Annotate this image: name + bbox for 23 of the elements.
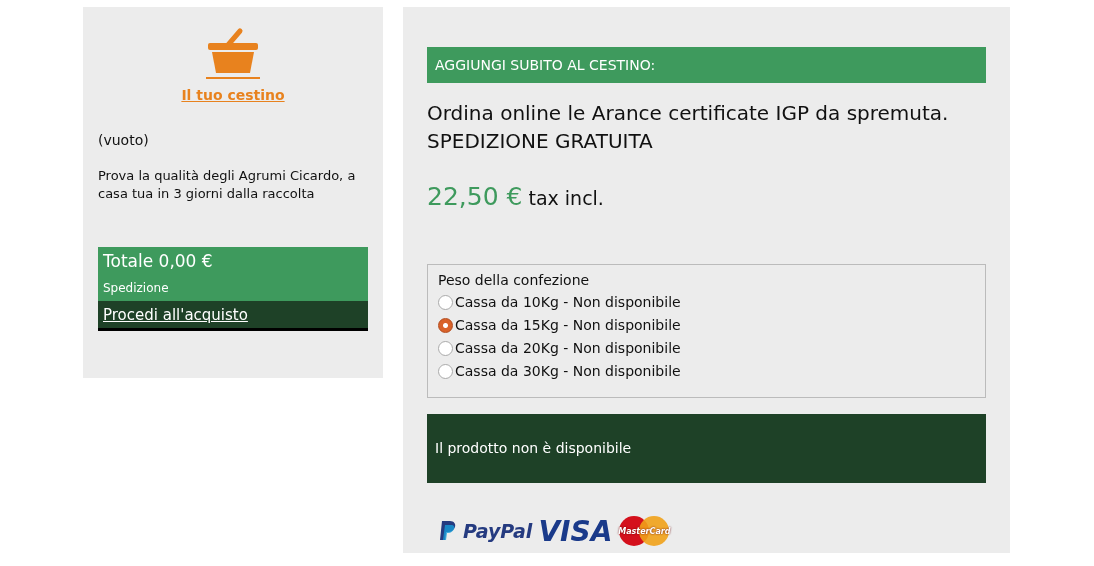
basket-icon — [206, 27, 260, 79]
checkout-link[interactable]: Procedi all'acquisto — [98, 300, 368, 331]
promo-text: Prova la qualità degli Agrumi Cicardo, a casa tua in 3 giorni dalla raccolta — [98, 166, 357, 203]
paypal-icon — [439, 520, 457, 543]
weight-option[interactable]: Cassa da 10Kg - Non disponibile — [438, 290, 975, 314]
options-legend: Peso della confezione — [438, 271, 975, 291]
shipping-text: Spedizione — [103, 280, 170, 295]
weight-option[interactable]: Cassa da 20Kg - Non disponibile — [438, 336, 975, 360]
price: 22,50 € — [427, 181, 523, 213]
add-banner: AGGIUNGI SUBITO AL CESTINO: — [427, 47, 986, 83]
availability-message: Il prodotto non è disponibile — [427, 413, 986, 483]
radio-icon[interactable] — [438, 363, 453, 379]
paypal-logo: PayPal — [463, 520, 533, 543]
radio-icon[interactable] — [438, 317, 453, 333]
weight-option[interactable]: Cassa da 30Kg - Non disponibile — [438, 359, 975, 383]
radio-icon[interactable] — [438, 294, 453, 310]
cart-status: (vuoto) — [98, 131, 150, 150]
radio-icon[interactable] — [438, 340, 453, 356]
visa-logo: VISA — [538, 514, 613, 548]
weight-option[interactable]: Cassa da 15Kg - Non disponibile — [438, 313, 975, 337]
total-text: Totale 0,00 € — [103, 250, 214, 271]
tax-label: tax incl. — [528, 186, 604, 211]
product-title: Ordina online le Arance certificate IGP da spremuta. SPEDIZIONE GRATUITA — [427, 100, 950, 155]
